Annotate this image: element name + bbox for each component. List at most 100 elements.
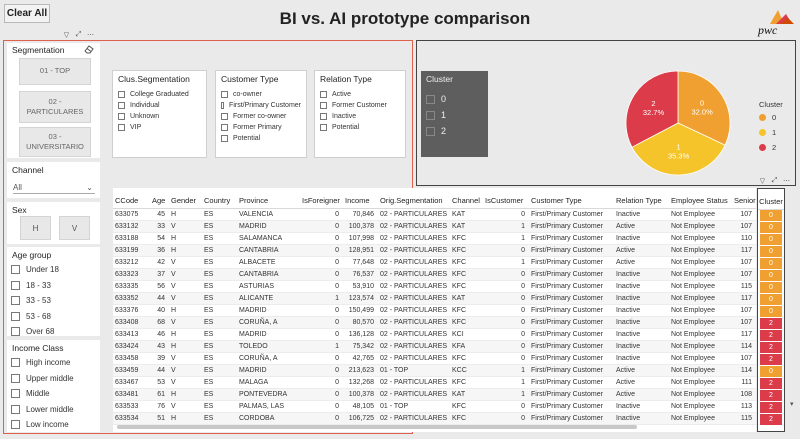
column-header[interactable]: Relation Type — [614, 188, 669, 209]
checkbox-icon[interactable] — [320, 91, 327, 98]
relation-type-option[interactable]: Former Customer — [320, 100, 400, 111]
table-row[interactable]: 633467 53 V ES MALAGA 0 132,268 02 - PARTICULAR… — [113, 376, 756, 389]
column-header[interactable]: Province — [237, 188, 300, 209]
clear-all-button[interactable]: Clear All — [4, 4, 50, 23]
customer-type-option[interactable]: Former co-owner — [221, 111, 301, 122]
cluster-column-header[interactable]: Cluster — [758, 189, 784, 210]
checkbox-icon[interactable] — [11, 389, 20, 399]
scroll-down-icon[interactable]: ▾ — [790, 400, 794, 408]
table-row[interactable]: 633323 37 V ES CANTABRIA 0 76,537 02 - PARTICUL… — [113, 268, 756, 281]
pie-legend-entry-2[interactable]: 2 — [759, 140, 783, 155]
checkbox-icon[interactable] — [11, 327, 20, 337]
column-header[interactable]: Orig.Segmentation — [378, 188, 450, 209]
checkbox-icon[interactable] — [11, 358, 20, 368]
checkbox-icon[interactable] — [11, 280, 20, 290]
segmentation-button-top[interactable]: 01 - TOP — [19, 58, 91, 85]
table-row[interactable]: 633212 42 V ES ALBACETE 0 77,648 02 - PARTICULA… — [113, 256, 756, 269]
more-options-icon[interactable]: ⋯ — [782, 177, 791, 185]
table-row[interactable]: 633458 39 V ES CORUÑA, A 0 42,765 02 - PARTICUL… — [113, 352, 756, 365]
column-header[interactable]: Channel — [450, 188, 483, 209]
cluster-pie-chart[interactable]: 032.0% 135.3% 232.7% — [610, 70, 746, 176]
table-row[interactable]: 633188 54 H ES SALAMANCA 0 107,998 02 - PARTICU… — [113, 232, 756, 245]
sex-button-v[interactable]: V — [59, 216, 90, 240]
column-header[interactable]: Age — [150, 188, 169, 209]
table-row[interactable]: 633413 46 H ES MADRID 0 136,128 02 - PARTICULAR… — [113, 328, 756, 341]
table-row[interactable]: 633481 61 H ES PONTEVEDRA 0 100,378 02 - PARTIC… — [113, 388, 756, 401]
more-options-icon[interactable]: ⋯ — [86, 31, 95, 39]
income-class-option[interactable]: Upper middle — [7, 371, 100, 387]
relation-type-option[interactable]: Active — [320, 89, 400, 100]
checkbox-icon[interactable] — [426, 94, 435, 104]
customer-type-option[interactable]: Former Primary — [221, 122, 301, 133]
table-row[interactable]: 633132 33 V ES MADRID 0 100,378 02 - PARTICULAR… — [113, 220, 756, 233]
age-group-option[interactable]: Over 68 — [7, 324, 100, 340]
column-header[interactable]: Customer Type — [529, 188, 614, 209]
sex-button-h[interactable]: H — [20, 216, 51, 240]
column-header[interactable]: Country — [202, 188, 237, 209]
column-header[interactable]: Income — [343, 188, 378, 209]
checkbox-icon[interactable] — [11, 311, 20, 321]
age-group-option[interactable]: 53 - 68 — [7, 309, 100, 325]
checkbox-icon[interactable] — [221, 124, 228, 131]
checkbox-icon[interactable] — [320, 102, 327, 109]
table-row[interactable]: 633075 45 H ES VALENCIA 0 70,846 02 - PARTICULA… — [113, 208, 756, 221]
column-header[interactable]: IsCustomer — [483, 188, 529, 209]
focus-mode-icon[interactable]: ⤢ — [74, 31, 83, 39]
channel-dropdown[interactable]: All ⌄ — [13, 181, 95, 194]
cluster-option[interactable]: 1 — [426, 107, 483, 123]
age-group-option[interactable]: Under 18 — [7, 262, 100, 278]
customer-type-option[interactable]: co-owner — [221, 89, 301, 100]
column-header[interactable]: Seniority — [732, 188, 756, 209]
income-class-option[interactable]: Low income — [7, 417, 100, 433]
pie-legend-entry-0[interactable]: 0 — [759, 110, 783, 125]
checkbox-icon[interactable] — [221, 102, 225, 109]
income-class-option[interactable]: High income — [7, 355, 100, 371]
filter-icon[interactable]: ▽ — [758, 177, 767, 185]
checkbox-icon[interactable] — [11, 373, 20, 383]
checkbox-icon[interactable] — [221, 91, 228, 98]
checkbox-icon[interactable] — [320, 113, 327, 120]
filter-icon[interactable]: ▽ — [62, 31, 71, 39]
table-row[interactable]: 633352 44 V ES ALICANTE 1 123,574 02 - PARTICUL… — [113, 292, 756, 305]
table-row[interactable]: 633424 43 H ES TOLEDO 1 75,342 02 - PARTICULARE… — [113, 340, 756, 353]
table-row[interactable]: 633199 36 H ES CANTABRIA 0 128,951 02 - PARTICU… — [113, 244, 756, 257]
table-row[interactable]: 633376 40 H ES MADRID 0 150,499 02 - PARTICULAR… — [113, 304, 756, 317]
checkbox-icon[interactable] — [11, 296, 20, 306]
clus-segmentation-option[interactable]: Individual — [118, 100, 201, 111]
income-class-option[interactable]: Middle — [7, 386, 100, 402]
column-header[interactable]: IsForeigner — [300, 188, 343, 209]
age-group-option[interactable]: 33 - 53 — [7, 293, 100, 309]
pie-legend-entry-1[interactable]: 1 — [759, 125, 783, 140]
table-row[interactable]: 633459 44 V ES MADRID 0 213,623 01 - TOP KCC 1 Fir… — [113, 364, 756, 377]
checkbox-icon[interactable] — [11, 404, 20, 414]
focus-mode-icon[interactable]: ⤢ — [770, 177, 779, 185]
table-row[interactable]: 633335 56 V ES ASTURIAS 0 53,910 02 - PARTICULA… — [113, 280, 756, 293]
column-header[interactable]: Gender — [169, 188, 202, 209]
cluster-option[interactable]: 2 — [426, 123, 483, 139]
table-row[interactable]: 633534 51 H ES CORDOBA 0 106,725 02 - PARTICULA… — [113, 412, 756, 425]
relation-type-option[interactable]: Potential — [320, 122, 400, 133]
segmentation-button-universitario[interactable]: 03 - UNIVERSITARIO — [19, 127, 91, 157]
age-group-option[interactable]: 18 - 33 — [7, 278, 100, 294]
column-header[interactable]: CCode — [113, 188, 150, 209]
clus-segmentation-option[interactable]: VIP — [118, 122, 201, 133]
checkbox-icon[interactable] — [426, 110, 435, 120]
table-row[interactable]: 633533 76 V ES PALMAS, LAS 0 48,105 01 - TOP KFC… — [113, 400, 756, 413]
checkbox-icon[interactable] — [118, 124, 125, 131]
income-class-option[interactable]: Lower middle — [7, 402, 100, 418]
checkbox-icon[interactable] — [118, 102, 125, 109]
clus-segmentation-option[interactable]: Unknown — [118, 111, 201, 122]
horizontal-scrollbar[interactable] — [117, 425, 637, 429]
customer-type-option[interactable]: Potential — [221, 133, 301, 144]
segmentation-button-particulares[interactable]: 02 - PARTICULARES — [19, 91, 91, 123]
clus-segmentation-option[interactable]: College Graduated — [118, 89, 201, 100]
column-header[interactable]: Employee Status — [669, 188, 732, 209]
customer-type-option[interactable]: First/Primary Customer — [221, 100, 301, 111]
checkbox-icon[interactable] — [118, 91, 125, 98]
relation-type-option[interactable]: Inactive — [320, 111, 400, 122]
checkbox-icon[interactable] — [11, 420, 20, 430]
eraser-icon[interactable] — [84, 44, 94, 54]
table-row[interactable]: 633408 68 V ES CORUÑA, A 0 80,570 02 - PARTICUL… — [113, 316, 756, 329]
cluster-option[interactable]: 0 — [426, 91, 483, 107]
checkbox-icon[interactable] — [221, 135, 228, 142]
